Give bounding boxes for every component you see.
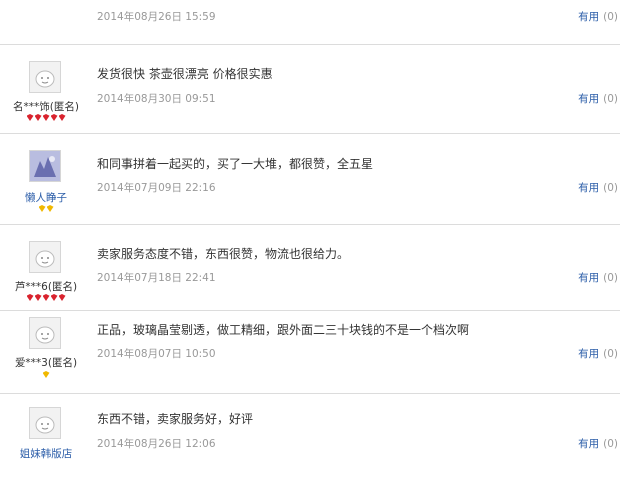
review-text: 和同事拼着一起买的，买了一大堆，都很赞，全五星 — [97, 157, 374, 171]
review-item: 2014年08月26日 15:59 有用 (0) — [0, 0, 620, 44]
crown-icon — [38, 205, 46, 212]
review-item: 姐妹韩版店 东西不错，卖家服务好，好评 2014年08月26日 12:06 有用… — [0, 394, 620, 479]
reviewer: 芦***6(匿名) — [0, 225, 92, 310]
reviewer: 懒人睁子 — [0, 134, 92, 224]
review-text: 卖家服务态度不错，东西很赞，物流也很给力。 — [97, 247, 350, 261]
diamond-icon — [26, 114, 34, 121]
default-avatar-icon — [35, 326, 55, 344]
default-avatar-icon — [35, 416, 55, 434]
reviewer-name: 爱***3(匿名) — [14, 357, 78, 369]
diamond-icon — [50, 294, 58, 301]
review-date: 2014年08月30日 09:51 — [97, 93, 216, 105]
helpful-button[interactable]: 有用 (0) — [578, 9, 618, 24]
avatar[interactable] — [29, 61, 61, 93]
helpful-button[interactable]: 有用 (0) — [578, 346, 618, 361]
helpful-label[interactable]: 有用 — [578, 182, 599, 194]
reputation-badges — [0, 205, 92, 212]
helpful-button[interactable]: 有用 (0) — [578, 270, 618, 285]
helpful-count: (0) — [603, 11, 618, 23]
helpful-label[interactable]: 有用 — [578, 11, 599, 23]
review-date: 2014年07月09日 22:16 — [97, 182, 216, 194]
review-text: 东西不错，卖家服务好，好评 — [97, 412, 254, 426]
review-text: 发货很快 茶壶很漂亮 价格很实惠 — [97, 67, 273, 81]
review-item: 名***饰(匿名) 发货很快 茶壶很漂亮 价格很实惠 2014年08月30日 0… — [0, 45, 620, 133]
review-date: 2014年07月18日 22:41 — [97, 272, 216, 284]
default-avatar-icon — [35, 70, 55, 88]
review-date: 2014年08月26日 12:06 — [97, 438, 216, 450]
review-date: 2014年08月07日 10:50 — [97, 348, 216, 360]
review-item: 爱***3(匿名) 正品，玻璃晶莹剔透，做工精细，跟外面二三十块钱的不是一个档次… — [0, 311, 620, 393]
diamond-icon — [58, 114, 66, 121]
default-avatar-icon — [35, 250, 55, 268]
crown-icon — [46, 205, 54, 212]
helpful-label[interactable]: 有用 — [578, 438, 599, 450]
diamond-icon — [50, 114, 58, 121]
helpful-count: (0) — [603, 348, 618, 360]
diamond-icon — [58, 294, 66, 301]
reputation-badges — [0, 371, 92, 378]
helpful-button[interactable]: 有用 (0) — [578, 91, 618, 106]
reputation-badges — [0, 114, 92, 121]
reviewer-name: 芦***6(匿名) — [14, 281, 78, 293]
reputation-badges — [0, 294, 92, 301]
diamond-icon — [34, 294, 42, 301]
reviewer: 爱***3(匿名) — [0, 311, 92, 393]
helpful-count: (0) — [603, 182, 618, 194]
helpful-count: (0) — [603, 272, 618, 284]
avatar[interactable] — [29, 150, 61, 182]
review-item: 懒人睁子 和同事拼着一起买的，买了一大堆，都很赞，全五星 2014年07月09日… — [0, 134, 620, 224]
avatar[interactable] — [29, 241, 61, 273]
avatar[interactable] — [29, 407, 61, 439]
helpful-button[interactable]: 有用 (0) — [578, 180, 618, 195]
helpful-button[interactable]: 有用 (0) — [578, 436, 618, 451]
reviewer: 名***饰(匿名) — [0, 45, 92, 133]
diamond-icon — [34, 114, 42, 121]
avatar[interactable] — [29, 317, 61, 349]
review-text: 正品，玻璃晶莹剔透，做工精细，跟外面二三十块钱的不是一个档次啊 — [97, 323, 470, 337]
helpful-count: (0) — [603, 93, 618, 105]
crown-icon — [42, 371, 50, 378]
reviewer-name[interactable]: 姐妹韩版店 — [0, 446, 92, 461]
helpful-label[interactable]: 有用 — [578, 348, 599, 360]
reviewer-name: 名***饰(匿名) — [13, 101, 79, 113]
review-date: 2014年08月26日 15:59 — [97, 11, 216, 23]
helpful-label[interactable]: 有用 — [578, 93, 599, 105]
review-item: 芦***6(匿名) 卖家服务态度不错，东西很赞，物流也很给力。 2014年07月… — [0, 225, 620, 310]
user-photo-icon — [30, 151, 60, 181]
diamond-icon — [42, 114, 50, 121]
helpful-label[interactable]: 有用 — [578, 272, 599, 284]
reviewer: 姐妹韩版店 — [0, 394, 92, 479]
reviewer-name[interactable]: 懒人睁子 — [0, 190, 92, 205]
helpful-count: (0) — [603, 438, 618, 450]
diamond-icon — [26, 294, 34, 301]
diamond-icon — [42, 294, 50, 301]
